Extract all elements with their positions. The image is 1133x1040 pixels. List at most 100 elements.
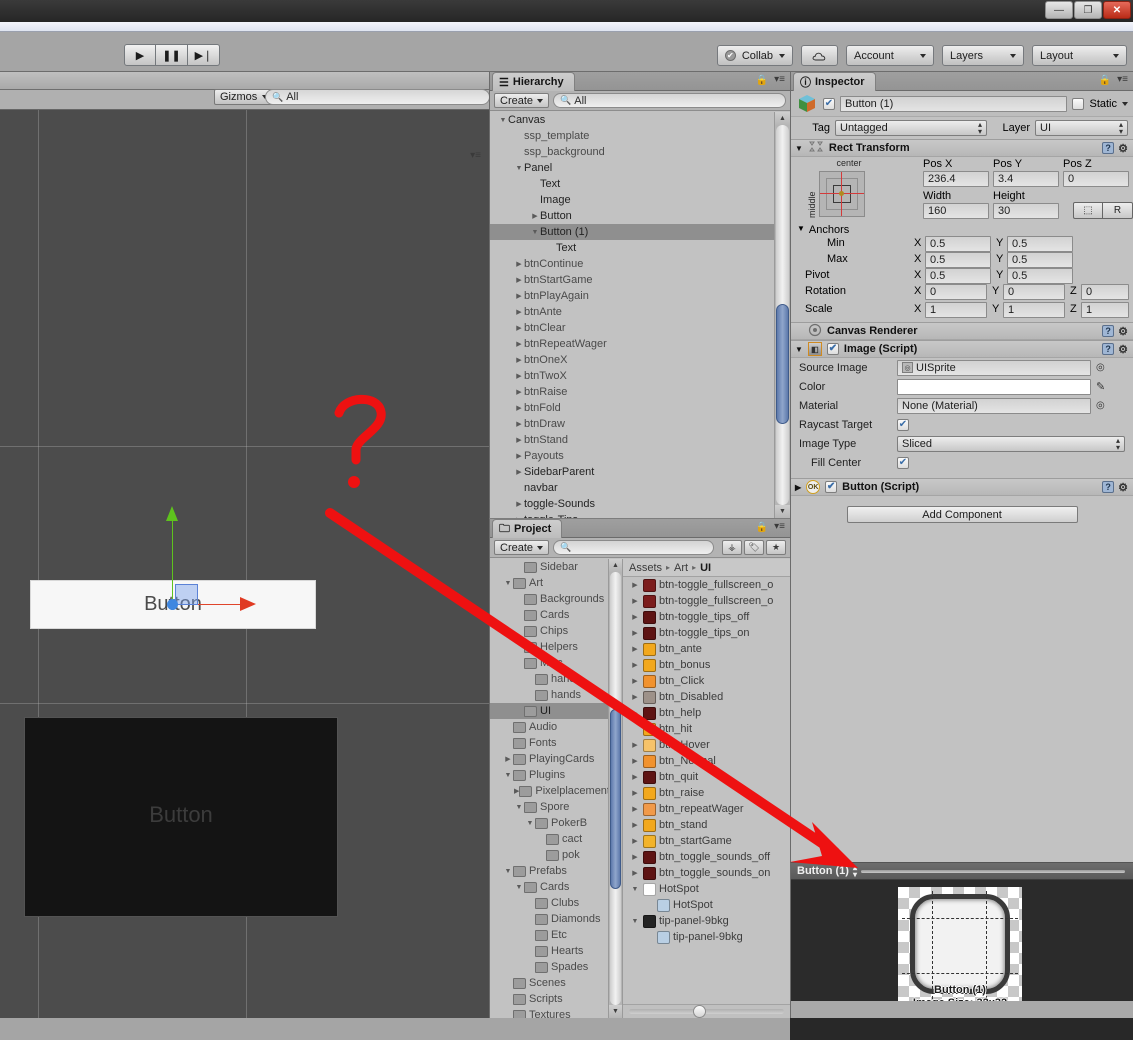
layer-dropdown[interactable]: UI ▴ ▾ [1035,120,1128,136]
scroll-up-icon[interactable]: ▲ [775,112,790,125]
foldout-closed-icon[interactable]: ▶ [630,645,640,653]
project-asset-item[interactable]: ▶ btn_repeatWager [623,801,790,817]
project-asset-item[interactable]: ▶ btn-toggle_tips_off [623,609,790,625]
foldout-closed-icon[interactable]: ▶ [630,789,640,797]
hierarchy-item[interactable]: ▶ btnAnte [490,304,774,320]
foldout-closed-icon[interactable]: ▶ [514,292,524,300]
foldout-closed-icon[interactable]: ▶ [514,420,524,428]
scale-x-field[interactable]: 1 [925,302,987,318]
foldout-open-icon[interactable]: ▼ [630,886,640,893]
project-asset-item[interactable]: ▶ btn_Click [623,673,790,689]
gizmo-center-handle[interactable] [167,599,178,610]
foldout-closed-icon[interactable]: ▶ [630,693,640,701]
project-folder-item[interactable]: ▶ PlayingCards [490,751,608,767]
color-swatch-field[interactable] [897,378,1091,395]
hierarchy-item[interactable]: ▶ btnRepeatWager [490,336,774,352]
project-asset-item[interactable]: ▶ btn_Hover [623,737,790,753]
maximize-button[interactable]: ❐ [1074,1,1102,19]
cloud-button[interactable] [801,45,838,66]
width-field[interactable]: 160 [923,203,989,219]
anchor-preset-button[interactable] [819,171,865,217]
project-asset-item[interactable]: ▶ btn_Normal [623,753,790,769]
max-x-field[interactable]: 0.5 [925,252,991,268]
layout-button[interactable]: Layout [1032,45,1127,66]
foldout-closed-icon[interactable]: ▶ [630,661,640,669]
project-folder-item[interactable]: ▼ Art [490,575,608,591]
project-file-list[interactable]: ▶ btn-toggle_fullscreen_o ▶ btn-toggle_full… [623,577,790,1004]
project-folder-item[interactable]: ▼ Cards [490,879,608,895]
layers-button[interactable]: Layers [942,45,1024,66]
step-button[interactable]: ▶❘ [188,44,220,66]
project-folder-item[interactable]: Spades [490,959,608,975]
button-enabled-checkbox[interactable] [825,481,838,493]
hierarchy-item[interactable]: Text [490,240,774,256]
scale-y-field[interactable]: 1 [1003,302,1065,318]
foldout-open-icon[interactable]: ▼ [498,117,508,124]
filter-by-type-icon[interactable]: ⚶ [722,540,742,555]
hierarchy-search-input[interactable]: 🔍 All [553,93,786,108]
foldout-closed-icon[interactable]: ▶ [630,613,640,621]
min-y-field[interactable]: 0.5 [1007,236,1073,252]
foldout-closed-icon[interactable]: ▶ [530,212,540,220]
gizmo-x-arrow-icon[interactable] [240,597,256,611]
project-folder-item[interactable]: Diamonds [490,911,608,927]
hierarchy-item[interactable]: ▶ btnOneX [490,352,774,368]
project-folder-item[interactable]: Textures [490,1007,608,1018]
add-component-button[interactable]: Add Component [846,506,1078,523]
foldout-closed-icon[interactable]: ▶ [514,260,524,268]
foldout-closed-icon[interactable]: ▶ [630,709,640,717]
project-asset-item[interactable]: ▶ btn_bonus [623,657,790,673]
hierarchy-item[interactable]: navbar [490,480,774,496]
foldout-closed-icon[interactable]: ▶ [630,869,640,877]
eyedropper-icon[interactable]: ✎ [1096,380,1105,393]
foldout-closed-icon[interactable]: ▶ [514,308,524,316]
project-asset-item[interactable]: btn_hit [623,721,790,737]
hierarchy-create-button[interactable]: Create [494,93,550,108]
min-x-field[interactable]: 0.5 [925,236,991,252]
foldout-open-icon[interactable]: ▼ [530,229,540,236]
help-icon[interactable]: ? [1102,342,1115,355]
gear-icon[interactable]: ⚙ [1118,325,1128,338]
foldout-closed-icon[interactable]: ▶ [514,436,524,444]
minimize-button[interactable]: — [1045,1,1073,19]
foldout-open-icon[interactable]: ▼ [514,884,524,891]
play-button[interactable]: ▶ [124,44,156,66]
project-search-input[interactable]: 🔍 [553,540,714,555]
hierarchy-item[interactable]: ssp_template [490,128,774,144]
help-icon[interactable]: ? [1102,324,1115,337]
chevron-down-icon[interactable] [1122,101,1128,106]
project-asset-item[interactable]: ▶ btn_startGame [623,833,790,849]
scrollbar-thumb[interactable] [776,304,789,424]
gear-icon[interactable]: ⚙ [1118,142,1128,155]
foldout-closed-icon[interactable]: ▶ [514,404,524,412]
object-picker-icon[interactable]: ◎ [1096,362,1105,373]
project-asset-item[interactable]: ▼ tip-panel-9bkg [623,913,790,929]
foldout-closed-icon[interactable]: ▶ [630,853,640,861]
panel-menu-icon[interactable]: ▾≡ [774,521,785,532]
scrollbar-thumb[interactable] [692,1005,706,1018]
foldout-closed-icon[interactable]: ▶ [630,741,640,749]
foldout-open-icon[interactable]: ▼ [503,868,513,875]
tag-dropdown[interactable]: Untagged ▴ ▾ [835,120,987,136]
gear-icon[interactable]: ⚙ [1118,481,1128,494]
project-folder-item[interactable]: cact [490,831,608,847]
project-folder-item[interactable]: hands [490,687,608,703]
project-asset-item[interactable]: ▶ btn_quit [623,769,790,785]
project-asset-item[interactable]: ▼ HotSpot [623,881,790,897]
foldout-closed-icon[interactable]: ▶ [514,372,524,380]
hierarchy-item[interactable]: ▶ btnDraw [490,416,774,432]
breadcrumb[interactable]: Assets ▸ Art ▸ UI [623,559,790,577]
panel-menu-icon[interactable]: ▾≡ [774,74,785,85]
hierarchy-item[interactable]: ▶ btnClear [490,320,774,336]
gizmo-y-arrow-icon[interactable] [166,506,178,521]
scroll-down-icon[interactable]: ▼ [775,505,790,518]
project-asset-item[interactable]: ▶ btn_raise [623,785,790,801]
hierarchy-scrollbar[interactable]: ▲ ▼ [774,112,790,518]
scene-canvas[interactable]: Button Button [0,110,489,1018]
project-folder-item[interactable]: Hearts [490,943,608,959]
project-folder-item[interactable]: ▼ Prefabs [490,863,608,879]
project-folder-item[interactable]: Etc [490,927,608,943]
image-enabled-checkbox[interactable] [826,343,839,355]
favorites-star-icon[interactable]: ★ [766,540,786,555]
foldout-closed-icon[interactable]: ▶ [630,677,640,685]
